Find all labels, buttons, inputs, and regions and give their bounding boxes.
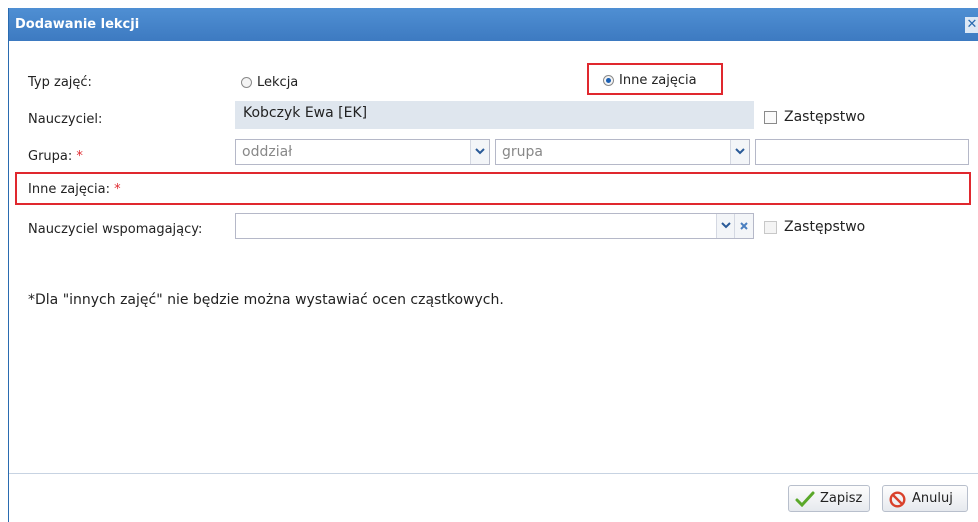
other-activity-required-mark: * [114,182,121,197]
dialog-title: Dodawanie lekcji [15,17,140,32]
info-note: *Dla "innych zajęć" nie będzie można wys… [28,292,504,308]
checkmark-icon [795,491,815,511]
chevron-down-icon[interactable] [730,140,749,164]
group-required-mark: * [76,149,83,164]
assistant-teacher-select[interactable] [235,213,754,239]
radio-lesson-label[interactable]: Lekcja [257,75,298,90]
chevron-down-icon[interactable] [470,140,489,164]
assistant-substitution-checkbox[interactable] [764,221,777,234]
assistant-teacher-label: Nauczyciel wspomagający: [28,222,203,237]
class-select[interactable]: oddział [235,139,490,165]
group-select-placeholder: grupa [502,144,543,160]
clear-icon[interactable] [734,214,753,238]
cancel-button-label: Anuluj [912,491,953,506]
group-select[interactable]: grupa [495,139,750,165]
cancel-button[interactable]: Anuluj [882,485,968,512]
other-activity-label: Inne zajęcia: * [28,182,121,197]
close-icon[interactable]: ✕ [965,17,978,33]
group-extra-input[interactable] [755,139,969,165]
radio-other-activity[interactable] [603,75,614,86]
other-activity-input[interactable] [235,176,967,201]
save-button[interactable]: Zapisz [788,485,870,512]
group-label-text: Grupa: [28,149,73,164]
teacher-substitution-checkbox[interactable] [764,111,777,124]
type-label: Typ zajęć: [28,75,92,90]
teacher-name: Kobczyk Ewa [EK] [243,105,368,121]
teacher-substitution-label: Zastępstwo [784,109,866,125]
assistant-substitution-label: Zastępstwo [784,219,866,235]
forbidden-icon [889,491,906,512]
save-button-label: Zapisz [820,491,863,506]
radio-lesson[interactable] [241,77,252,88]
teacher-label: Nauczyciel: [28,112,103,127]
class-select-placeholder: oddział [242,144,293,160]
add-lesson-dialog: Dodawanie lekcji ✕ Typ zajęć: Lekcja Inn… [8,8,978,522]
footer-divider [9,473,978,474]
teacher-value: Kobczyk Ewa [EK] [235,101,754,129]
chevron-down-icon[interactable] [716,214,735,238]
radio-other-activity-label[interactable]: Inne zajęcia [619,73,697,88]
group-label: Grupa: * [28,149,83,164]
other-activity-label-text: Inne zajęcia: [28,182,110,197]
dialog-titlebar: Dodawanie lekcji ✕ [9,8,978,41]
